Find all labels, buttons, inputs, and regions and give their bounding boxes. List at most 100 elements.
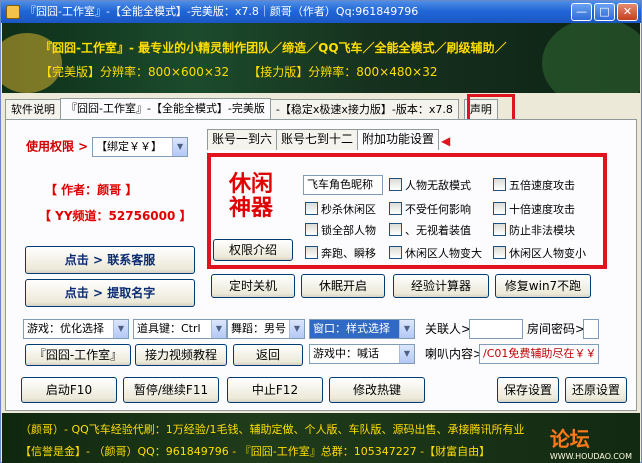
- tab-accounts-7-12[interactable]: 账号七到十二: [276, 129, 359, 150]
- checkbox-box: [493, 178, 506, 191]
- checkbox-label: 、无视着装值: [405, 224, 471, 237]
- author-label: 【 作者：颜哥 】: [45, 183, 138, 197]
- extract-name-button[interactable]: 点击 > 提取名字: [25, 279, 195, 307]
- tab-accounts-1-6[interactable]: 账号一到六: [207, 129, 278, 150]
- fix-win7-button[interactable]: 修复win7不跑: [495, 274, 591, 298]
- checkbox-label: 防止非法模块: [509, 224, 575, 237]
- back-button[interactable]: 返回: [233, 344, 303, 366]
- start-button[interactable]: 启动F10: [21, 377, 117, 403]
- watermark-url: WWW.HOUDAO.COM: [549, 452, 632, 461]
- close-button[interactable]: ✕: [617, 3, 638, 21]
- chevron-down-icon: ▼: [113, 320, 128, 338]
- contact-input[interactable]: [469, 319, 523, 339]
- main-tabs: 软件说明 『囧囧-工作室』-【全能全模式】-完美版 -【稳定x极速x接力版】-版本：…: [5, 97, 498, 121]
- dance-select[interactable]: 舞蹈：男号 ▼: [227, 319, 305, 339]
- role-name-input[interactable]: 飞车角色昵称: [303, 175, 383, 195]
- stop-button[interactable]: 中止F12: [227, 377, 323, 403]
- minimize-button[interactable]: —: [571, 3, 592, 21]
- checkbox-run-teleport[interactable]: 奔跑、瞬移: [305, 246, 376, 261]
- checkbox-box: [305, 223, 318, 236]
- tab-help[interactable]: 软件说明: [5, 99, 61, 120]
- pause-resume-button[interactable]: 暂停/继续F11: [123, 377, 219, 403]
- maximize-button[interactable]: □: [594, 3, 615, 21]
- checkbox-10x-speed[interactable]: 十倍速度攻击: [493, 202, 575, 217]
- banner-resolution: 【完美版】分辨率：800×600×32 【接力版】分辨率：800×480×32: [40, 63, 437, 80]
- checkbox-char-bigger[interactable]: 休闲区人物变大: [389, 246, 482, 261]
- sleep-enable-button[interactable]: 休眠开启: [301, 274, 385, 298]
- checkbox-box: [493, 246, 506, 259]
- permission-select-value: 【绑定￥￥】: [96, 140, 163, 153]
- checkbox-label: 人物无敌模式: [405, 179, 471, 192]
- checkbox-block-illegal[interactable]: 防止非法模块: [493, 223, 575, 238]
- checkbox-lock-all[interactable]: 锁全部人物: [305, 223, 376, 238]
- checkbox-invincible[interactable]: 人物无敌模式: [389, 178, 471, 193]
- permission-row: 使用权限 > 【绑定￥￥】 ▼: [26, 137, 189, 157]
- permission-select[interactable]: 【绑定￥￥】 ▼: [92, 137, 189, 157]
- checkbox-box: [305, 202, 318, 215]
- checkbox-instant-kill[interactable]: 秒杀休闲区: [305, 202, 376, 217]
- chevron-down-icon: ▼: [289, 320, 304, 338]
- window-style-value: 窗口：样式选择: [313, 322, 390, 335]
- checkbox-box: [493, 223, 506, 236]
- account-tabs: 账号一到六 账号七到十二 附加功能设置: [207, 129, 440, 150]
- feature-title-line2: 神器: [228, 196, 273, 221]
- edit-hotkey-button[interactable]: 修改热键: [329, 377, 425, 403]
- save-settings-button[interactable]: 保存设置: [497, 377, 559, 403]
- room-password-label: 房间密码>: [527, 322, 586, 336]
- checkbox-ignore-outfit[interactable]: 、无视着装值: [389, 223, 471, 238]
- game-optimize-select[interactable]: 游戏：优化选择 ▼: [23, 319, 129, 339]
- banner-slogan: 『囧囧-工作室』- 最专业的小精灵制作团队／缔造／QQ飞车／全能全模式／刷级辅助…: [40, 41, 507, 55]
- prop-key-select[interactable]: 道具键：Ctrl ▼: [133, 319, 227, 339]
- contact-support-button[interactable]: 点击 > 联系客服: [25, 246, 195, 274]
- contact-label: 关联人>: [425, 322, 472, 336]
- ingame-shout-value: 游戏中：喊话: [313, 347, 379, 360]
- checkbox-char-smaller[interactable]: 休闲区人物变小: [493, 246, 586, 261]
- timed-shutdown-button[interactable]: 定时关机: [211, 274, 295, 298]
- footer-banner: （颜哥）- QQ飞车经验代刷：1万经验/1毛钱、辅助定做、个人版、车队版、源码出…: [2, 413, 640, 463]
- checkbox-no-effect[interactable]: 不受任何影响: [389, 202, 471, 217]
- checkbox-label: 休闲区人物变小: [509, 247, 586, 260]
- app-window: 『囧囧-工作室』-【全能全模式】-完美版：x7.8｜颜哥（作者）Qq:96184…: [0, 0, 642, 463]
- tab-extra-settings[interactable]: 附加功能设置: [357, 129, 440, 150]
- checkbox-label: 不受任何影响: [405, 203, 471, 216]
- horn-content-input[interactable]: /C01免费辅助尽在￥￥: [479, 344, 599, 364]
- version-label: -【稳定x极速x接力版】-版本：: [275, 103, 429, 116]
- resolution-full: 【完美版】分辨率：800×600×32: [40, 65, 230, 79]
- yy-channel-label: 【 YY频道：52756000 】: [39, 209, 192, 223]
- checkbox-label: 休闲区人物变大: [405, 247, 482, 260]
- checkbox-box: [305, 246, 318, 259]
- chevron-down-icon: ▼: [399, 320, 414, 338]
- permission-intro-button[interactable]: 权限介绍: [213, 239, 293, 261]
- prop-key-value: 道具键：Ctrl: [137, 322, 201, 335]
- footer-contact-line: 【信誉是金】- （颜哥）QQ：961849796 - 『囧囧-工作室』总群：10…: [20, 445, 491, 458]
- dance-value: 舞蹈：男号: [231, 322, 286, 335]
- footer-ad-line: （颜哥）- QQ飞车经验代刷：1万经验/1毛钱、辅助定做、个人版、车队版、源码出…: [20, 423, 525, 436]
- forum-watermark: 论坛 WWW.HOUDAO.COM: [550, 423, 632, 461]
- checkbox-5x-speed[interactable]: 五倍速度攻击: [493, 178, 575, 193]
- exp-calculator-button[interactable]: 经验计算器: [393, 274, 489, 298]
- resolution-relay: 【接力版】分辨率：800×480×32: [248, 65, 438, 79]
- checkbox-box: [389, 223, 402, 236]
- window-style-select[interactable]: 窗口：样式选择 ▼: [309, 319, 415, 339]
- studio-button[interactable]: 『囧囧-工作室』: [25, 344, 131, 366]
- restore-settings-button[interactable]: 还原设置: [565, 377, 627, 403]
- tab-version[interactable]: -【稳定x极速x接力版】-版本：x7.8: [269, 99, 459, 120]
- checkbox-label: 秒杀休闲区: [321, 203, 376, 216]
- horn-content-label: 喇叭内容>: [425, 347, 484, 361]
- chevron-down-icon: ▼: [399, 345, 414, 363]
- video-tutorial-button[interactable]: 接力视频教程: [135, 344, 227, 366]
- checkbox-label: 五倍速度攻击: [509, 179, 575, 192]
- app-icon: [6, 5, 20, 19]
- version-highlight: [467, 94, 515, 122]
- room-password-input[interactable]: [583, 319, 599, 339]
- ingame-shout-select[interactable]: 游戏中：喊话 ▼: [309, 344, 415, 364]
- feature-title: 休闲 神器: [223, 173, 279, 221]
- decor-shape: [542, 23, 640, 93]
- checkbox-label: 十倍速度攻击: [509, 203, 575, 216]
- feature-title-line1: 休闲: [228, 172, 273, 197]
- tab-main[interactable]: 『囧囧-工作室』-【全能全模式】-完美版: [60, 98, 271, 121]
- title-bar[interactable]: 『囧囧-工作室』-【全能全模式】-完美版：x7.8｜颜哥（作者）Qq:96184…: [1, 1, 641, 23]
- checkbox-box: [493, 202, 506, 215]
- watermark-text: 论坛: [549, 427, 590, 451]
- checkbox-label: 奔跑、瞬移: [321, 247, 376, 260]
